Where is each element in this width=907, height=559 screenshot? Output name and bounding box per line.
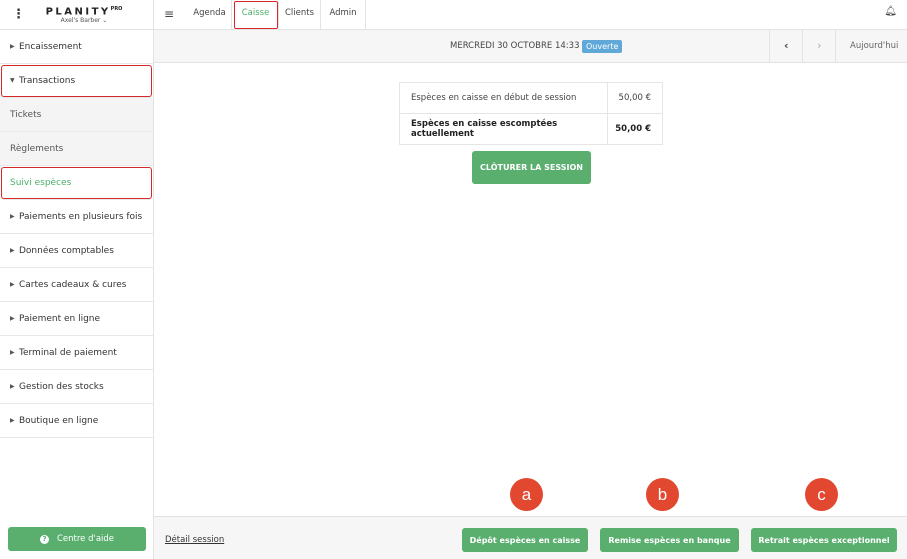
next-day-button[interactable]: › bbox=[817, 39, 822, 52]
row-amount: 50,00 € bbox=[607, 82, 663, 114]
sidebar-item-label: Boutique en ligne bbox=[19, 415, 99, 426]
tab-caisse[interactable]: Caisse bbox=[233, 0, 279, 30]
row-label: Espèces en caisse escomptées actuellemen… bbox=[399, 113, 608, 145]
caret-right-icon: ▶ bbox=[10, 383, 15, 390]
tab-clients[interactable]: Clients bbox=[279, 0, 321, 30]
sidebar-item-paiement-en-ligne[interactable]: ▶ Paiement en ligne bbox=[0, 302, 153, 336]
caret-right-icon: ▶ bbox=[10, 247, 15, 254]
sidebar: ⋮ PLANITYPRO Axel's Barber ⌄ ▶ Encaissem… bbox=[0, 0, 154, 559]
brand-logo: PLANITYPRO bbox=[45, 6, 123, 18]
exceptional-withdrawal-button[interactable]: Retrait espèces exceptionnel bbox=[751, 528, 897, 552]
help-center-button[interactable]: ? Centre d'aide bbox=[8, 527, 146, 551]
sidebar-item-label: Transactions bbox=[19, 75, 76, 86]
sidebar-item-encaissement[interactable]: ▶ Encaissement bbox=[0, 30, 153, 64]
caret-right-icon: ▶ bbox=[10, 213, 15, 220]
hamburger-menu-icon[interactable]: ≡ bbox=[164, 7, 174, 21]
session-date: MERCREDI 30 OCTOBRE 14:33 bbox=[450, 41, 580, 51]
table-row: Espèces en caisse escomptées actuellemen… bbox=[399, 113, 663, 145]
caret-right-icon: ▶ bbox=[10, 417, 15, 424]
sidebar-item-boutique-en-ligne[interactable]: ▶ Boutique en ligne bbox=[0, 404, 153, 438]
caret-right-icon: ▶ bbox=[10, 43, 15, 50]
session-detail-link[interactable]: Détail session bbox=[165, 535, 224, 545]
today-button[interactable]: Aujourd'hui bbox=[850, 41, 898, 51]
close-session-button[interactable]: CLÔTURER LA SESSION bbox=[472, 151, 591, 184]
sidebar-item-tickets[interactable]: Tickets bbox=[0, 98, 153, 132]
sidebar-item-label: Encaissement bbox=[19, 41, 82, 52]
sidebar-item-paiements-plusieurs-fois[interactable]: ▶ Paiements en plusieurs fois bbox=[0, 200, 153, 234]
caret-right-icon: ▶ bbox=[10, 349, 15, 356]
sidebar-item-transactions[interactable]: ▼ Transactions bbox=[0, 64, 153, 98]
sidebar-item-label: Gestion des stocks bbox=[19, 381, 104, 392]
cash-deposit-button[interactable]: Dépôt espèces en caisse bbox=[462, 528, 588, 552]
table-row: Espèces en caisse en début de session 50… bbox=[399, 82, 663, 114]
sidebar-item-label: Règlements bbox=[10, 143, 64, 154]
divider bbox=[835, 30, 836, 63]
callout-badge-c: c bbox=[805, 478, 838, 511]
sidebar-item-label: Cartes cadeaux & cures bbox=[19, 279, 127, 290]
status-badge: Ouverte bbox=[582, 40, 623, 53]
tab-agenda[interactable]: Agenda bbox=[188, 0, 232, 30]
divider bbox=[769, 30, 770, 63]
sidebar-item-suivi-especes[interactable]: Suivi espèces bbox=[0, 166, 153, 200]
salon-selector[interactable]: Axel's Barber ⌄ bbox=[40, 17, 128, 25]
kebab-menu-icon[interactable]: ⋮ bbox=[12, 8, 25, 21]
date-bar: MERCREDI 30 OCTOBRE 14:33 Ouverte ‹ › Au… bbox=[154, 30, 907, 63]
caret-right-icon: ▶ bbox=[10, 281, 15, 288]
sidebar-item-gestion-stocks[interactable]: ▶ Gestion des stocks bbox=[0, 370, 153, 404]
sidebar-item-label: Tickets bbox=[10, 109, 42, 120]
top-bar: ≡ Agenda Caisse Clients Admin 🔔︎ bbox=[154, 0, 907, 30]
caret-down-icon: ▼ bbox=[10, 77, 15, 84]
cash-summary-table: Espèces en caisse en début de session 50… bbox=[399, 82, 663, 145]
logo-bar: ⋮ PLANITYPRO Axel's Barber ⌄ bbox=[0, 0, 153, 30]
sidebar-item-reglements[interactable]: Règlements bbox=[0, 132, 153, 166]
footer-bar: Détail session Dépôt espèces en caisse R… bbox=[154, 516, 907, 559]
sidebar-item-label: Paiement en ligne bbox=[19, 313, 101, 324]
sidebar-item-label: Données comptables bbox=[19, 245, 114, 256]
callout-badge-a: a bbox=[510, 478, 543, 511]
sidebar-item-donnees-comptables[interactable]: ▶ Données comptables bbox=[0, 234, 153, 268]
prev-day-button[interactable]: ‹ bbox=[784, 39, 789, 52]
bank-remittance-button[interactable]: Remise espèces en banque bbox=[600, 528, 739, 552]
row-label: Espèces en caisse en début de session bbox=[399, 82, 608, 114]
caret-right-icon: ▶ bbox=[10, 315, 15, 322]
sidebar-item-label: Suivi espèces bbox=[10, 177, 72, 188]
divider bbox=[802, 30, 803, 63]
brand[interactable]: PLANITYPRO Axel's Barber ⌄ bbox=[40, 4, 128, 25]
sidebar-item-terminal-paiement[interactable]: ▶ Terminal de paiement bbox=[0, 336, 153, 370]
callout-badge-b: b bbox=[646, 478, 679, 511]
bell-icon[interactable]: 🔔︎ bbox=[884, 6, 897, 17]
sidebar-item-cartes-cadeaux[interactable]: ▶ Cartes cadeaux & cures bbox=[0, 268, 153, 302]
tab-admin[interactable]: Admin bbox=[321, 0, 366, 30]
sidebar-item-label: Paiements en plusieurs fois bbox=[19, 211, 143, 222]
help-center-label: Centre d'aide bbox=[56, 534, 115, 544]
question-icon: ? bbox=[39, 534, 49, 544]
row-amount: 50,00 € bbox=[607, 113, 663, 145]
sidebar-item-label: Terminal de paiement bbox=[19, 347, 117, 358]
